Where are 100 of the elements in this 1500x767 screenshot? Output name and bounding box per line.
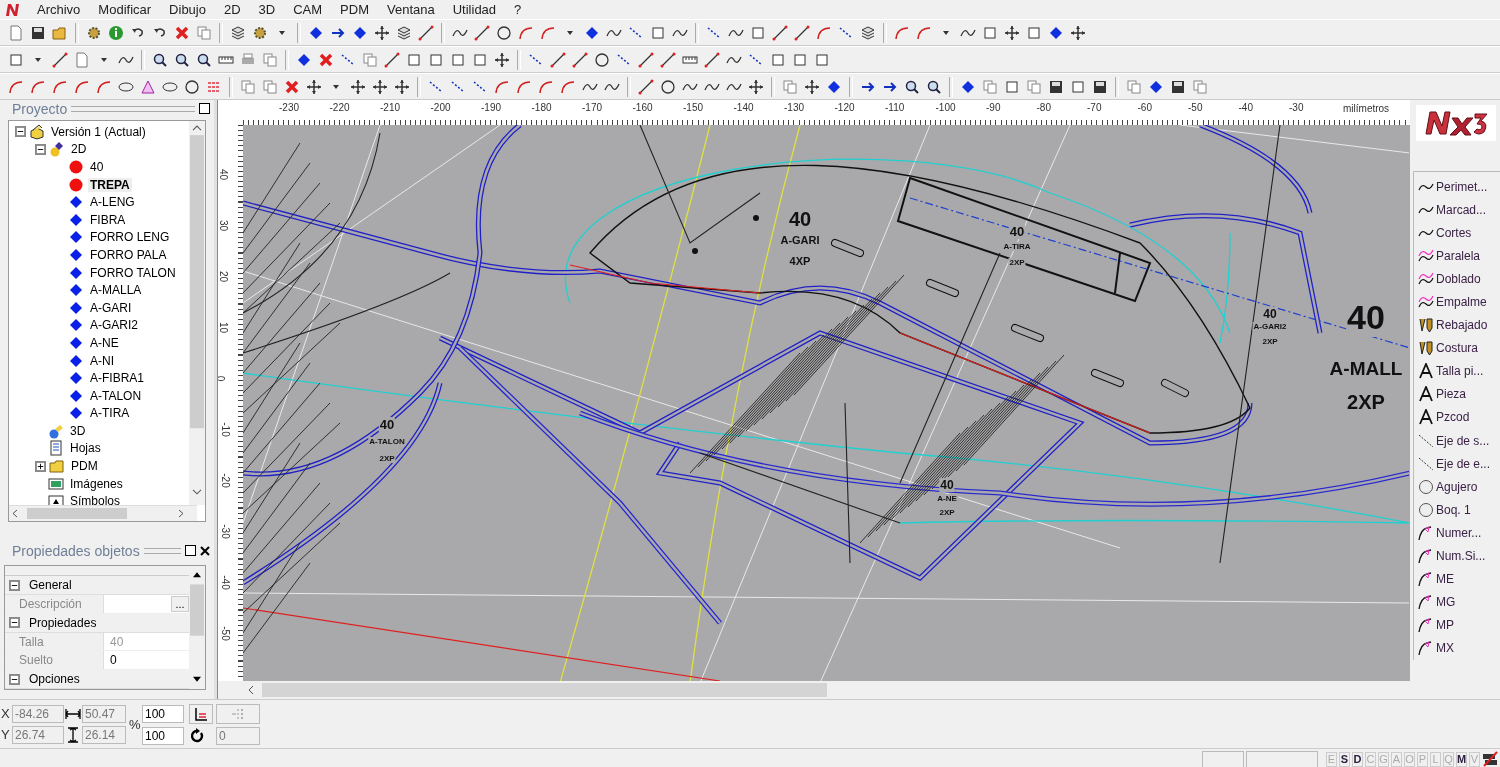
- collapse-toggle[interactable]: [9, 617, 20, 629]
- status-flag[interactable]: D: [1352, 751, 1363, 767]
- tree-item[interactable]: 2D: [69, 142, 89, 157]
- tree-item[interactable]: A-LENG: [88, 195, 137, 210]
- tree-item[interactable]: 40: [88, 160, 106, 174]
- dock-button[interactable]: [185, 545, 196, 556]
- expand-toggle[interactable]: [35, 460, 46, 472]
- axis-button[interactable]: [189, 703, 213, 724]
- tool-item[interactable]: Numer...: [1436, 525, 1482, 540]
- collapse-toggle[interactable]: [35, 143, 46, 155]
- status-flag[interactable]: S: [1339, 751, 1350, 767]
- tool-item[interactable]: Num.Si...: [1436, 549, 1486, 564]
- tree-item[interactable]: A-FIBRA1: [88, 371, 146, 386]
- status-flag[interactable]: M: [1456, 751, 1467, 767]
- tree-item[interactable]: A-GARI2: [88, 318, 140, 333]
- coordinate-field[interactable]: 100: [142, 704, 184, 723]
- menu-item[interactable]: Archivo: [28, 2, 90, 17]
- ellipsis-button[interactable]: ...: [171, 596, 189, 613]
- menu-item[interactable]: CAM: [284, 2, 332, 17]
- ruler-label: 40: [218, 168, 230, 181]
- tree-item[interactable]: TREPA: [88, 177, 132, 192]
- diamond-icon: [68, 211, 84, 228]
- menu-item[interactable]: PDM: [331, 2, 378, 17]
- tree-item[interactable]: FORRO LENG: [88, 230, 172, 245]
- tree-item[interactable]: 3D: [68, 423, 88, 438]
- tree-item[interactable]: PDM: [69, 459, 100, 474]
- menu-item[interactable]: Dibujo: [160, 2, 215, 17]
- tool-item[interactable]: Empalme: [1436, 295, 1487, 309]
- double-curve-icon: [1418, 294, 1434, 310]
- diamond-icon: [68, 334, 84, 351]
- tree-item[interactable]: A-TALON: [88, 388, 144, 403]
- diamond-icon: [68, 317, 84, 334]
- letter-icon: [1418, 363, 1434, 380]
- ruler-label: -170: [582, 102, 602, 113]
- menu-item[interactable]: Modificar: [89, 2, 161, 17]
- coordinate-field[interactable]: -84.26: [12, 704, 64, 723]
- tool-item[interactable]: Costura: [1436, 341, 1479, 356]
- tool-item[interactable]: Marcad...: [1436, 202, 1486, 217]
- dock-button[interactable]: [199, 103, 210, 114]
- tree-item[interactable]: FIBRA: [88, 212, 128, 227]
- tool-item[interactable]: Cortes: [1436, 225, 1472, 240]
- close-icon[interactable]: [200, 545, 210, 556]
- folder-icon: [49, 458, 65, 475]
- tree-item[interactable]: A-NI: [88, 353, 116, 368]
- pen-curve-icon: [1418, 640, 1434, 657]
- pen-curve-icon: [1418, 571, 1434, 588]
- horizontal-scrollbar[interactable]: [9, 505, 197, 521]
- collapse-toggle[interactable]: [9, 673, 20, 685]
- menu-item[interactable]: ?: [505, 2, 531, 17]
- pencil-icon: [1418, 340, 1434, 357]
- coordinate-field[interactable]: 100: [142, 726, 184, 745]
- tool-item[interactable]: Eje de e...: [1436, 456, 1491, 471]
- vertical-scrollbar[interactable]: [189, 566, 205, 689]
- status-field: [1202, 750, 1244, 767]
- coordinate-field[interactable]: 0: [216, 726, 260, 745]
- tool-item[interactable]: Boq. 1: [1436, 502, 1471, 517]
- app-icon[interactable]: [4, 1, 20, 18]
- tree-item[interactable]: A-GARI: [88, 300, 134, 315]
- tree-item[interactable]: A-MALLA: [88, 283, 144, 298]
- tool-item[interactable]: Talla pi...: [1436, 364, 1484, 379]
- tool-item[interactable]: MP: [1436, 618, 1454, 633]
- coordinate-field[interactable]: 26.74: [12, 725, 64, 744]
- tool-item[interactable]: Perimet...: [1436, 179, 1488, 194]
- collapse-toggle[interactable]: [9, 579, 20, 591]
- menu-item[interactable]: 3D: [249, 2, 285, 17]
- letter-icon: [1418, 386, 1434, 403]
- tree-item[interactable]: FORRO PALA: [88, 247, 169, 262]
- tree-item[interactable]: Imágenes: [68, 476, 125, 491]
- tool-item[interactable]: Rebajado: [1436, 318, 1488, 333]
- tool-item[interactable]: Doblado: [1436, 271, 1481, 286]
- circle-icon: [1418, 501, 1434, 518]
- vertical-scrollbar[interactable]: [189, 121, 205, 505]
- coordinate-field[interactable]: 50.47: [82, 704, 126, 723]
- diamond-icon: [68, 229, 84, 246]
- tool-item[interactable]: MX: [1436, 641, 1454, 656]
- menu-item[interactable]: 2D: [214, 2, 250, 17]
- tool-item[interactable]: Agujero: [1436, 479, 1478, 494]
- menu-item[interactable]: Ventana: [378, 2, 444, 17]
- tool-item[interactable]: ME: [1436, 572, 1454, 587]
- tree-item[interactable]: Símbolos: [68, 494, 123, 505]
- diamond-icon: [68, 370, 84, 387]
- tree-item[interactable]: A-TIRA: [88, 406, 132, 421]
- tool-item[interactable]: Eje de s...: [1436, 433, 1490, 448]
- ruler-label: -40: [1238, 102, 1253, 113]
- panel-title: Proyecto: [12, 100, 68, 117]
- tree-item[interactable]: FORRO TALON: [88, 265, 178, 280]
- collapse-toggle[interactable]: [15, 126, 26, 138]
- coordinate-field[interactable]: 26.14: [82, 725, 126, 744]
- ruler-label: -230: [279, 102, 299, 113]
- property-value[interactable]: 0: [110, 653, 117, 668]
- tool-item[interactable]: MG: [1436, 595, 1456, 610]
- tree-item[interactable]: Hojas: [68, 441, 103, 456]
- menu-item[interactable]: Utilidad: [443, 2, 506, 17]
- tool-item[interactable]: Pzcod: [1436, 410, 1470, 425]
- tree-item[interactable]: A-NE: [88, 335, 121, 350]
- tool-item[interactable]: Pieza: [1436, 387, 1467, 402]
- property-label: Suelto: [5, 651, 103, 670]
- diamond-icon: [68, 352, 84, 369]
- tree-item[interactable]: Versión 1 (Actual): [49, 124, 148, 139]
- tool-item[interactable]: Paralela: [1436, 248, 1481, 263]
